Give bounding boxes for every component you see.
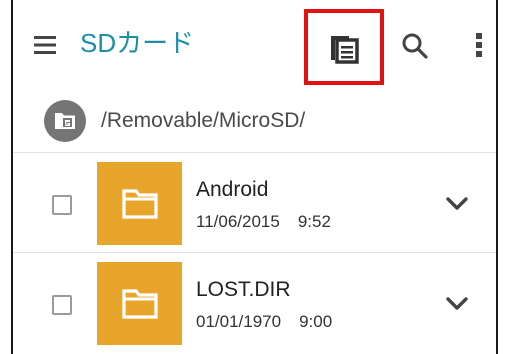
file-name: Android [196, 178, 269, 201]
folder-icon [121, 188, 158, 219]
file-date: 01/01/1970 [196, 312, 282, 331]
folder-thumbnail [97, 162, 182, 245]
list-item[interactable]: Android 11/06/2015 9:52 [13, 152, 496, 252]
folder-thumbnail [97, 262, 182, 345]
sd-card-icon [44, 100, 86, 142]
file-time: 9:00 [299, 312, 333, 331]
app-title: SDカード [80, 28, 195, 58]
file-meta: 01/01/1970 9:00 [196, 311, 332, 333]
path-text: /Removable/MicroSD/ [101, 109, 306, 132]
chevron-down-icon[interactable] [443, 191, 471, 215]
file-date: 11/06/2015 [196, 212, 280, 231]
clipboard-paste-icon [331, 36, 359, 64]
search-icon[interactable] [401, 32, 429, 60]
paste-button[interactable] [304, 9, 384, 85]
hamburger-menu-icon[interactable] [34, 34, 56, 56]
file-manager-screen: SDカード /Removable/MicroSD/ Android 11/06/… [11, 0, 498, 354]
toolbar: SDカード [13, 0, 496, 90]
file-name: LOST.DIR [196, 278, 291, 301]
list-item[interactable]: LOST.DIR 01/01/1970 9:00 [13, 252, 496, 352]
folder-icon [121, 288, 158, 319]
file-time: 9:52 [297, 212, 331, 231]
file-meta: 11/06/2015 9:52 [196, 211, 331, 233]
more-vertical-icon[interactable] [469, 30, 489, 60]
file-list: Android 11/06/2015 9:52 LOST.DIR 01/01/19… [13, 152, 496, 352]
chevron-down-icon[interactable] [443, 291, 471, 315]
breadcrumb[interactable]: /Removable/MicroSD/ [13, 90, 496, 152]
checkbox[interactable] [52, 295, 72, 315]
checkbox[interactable] [52, 195, 72, 215]
